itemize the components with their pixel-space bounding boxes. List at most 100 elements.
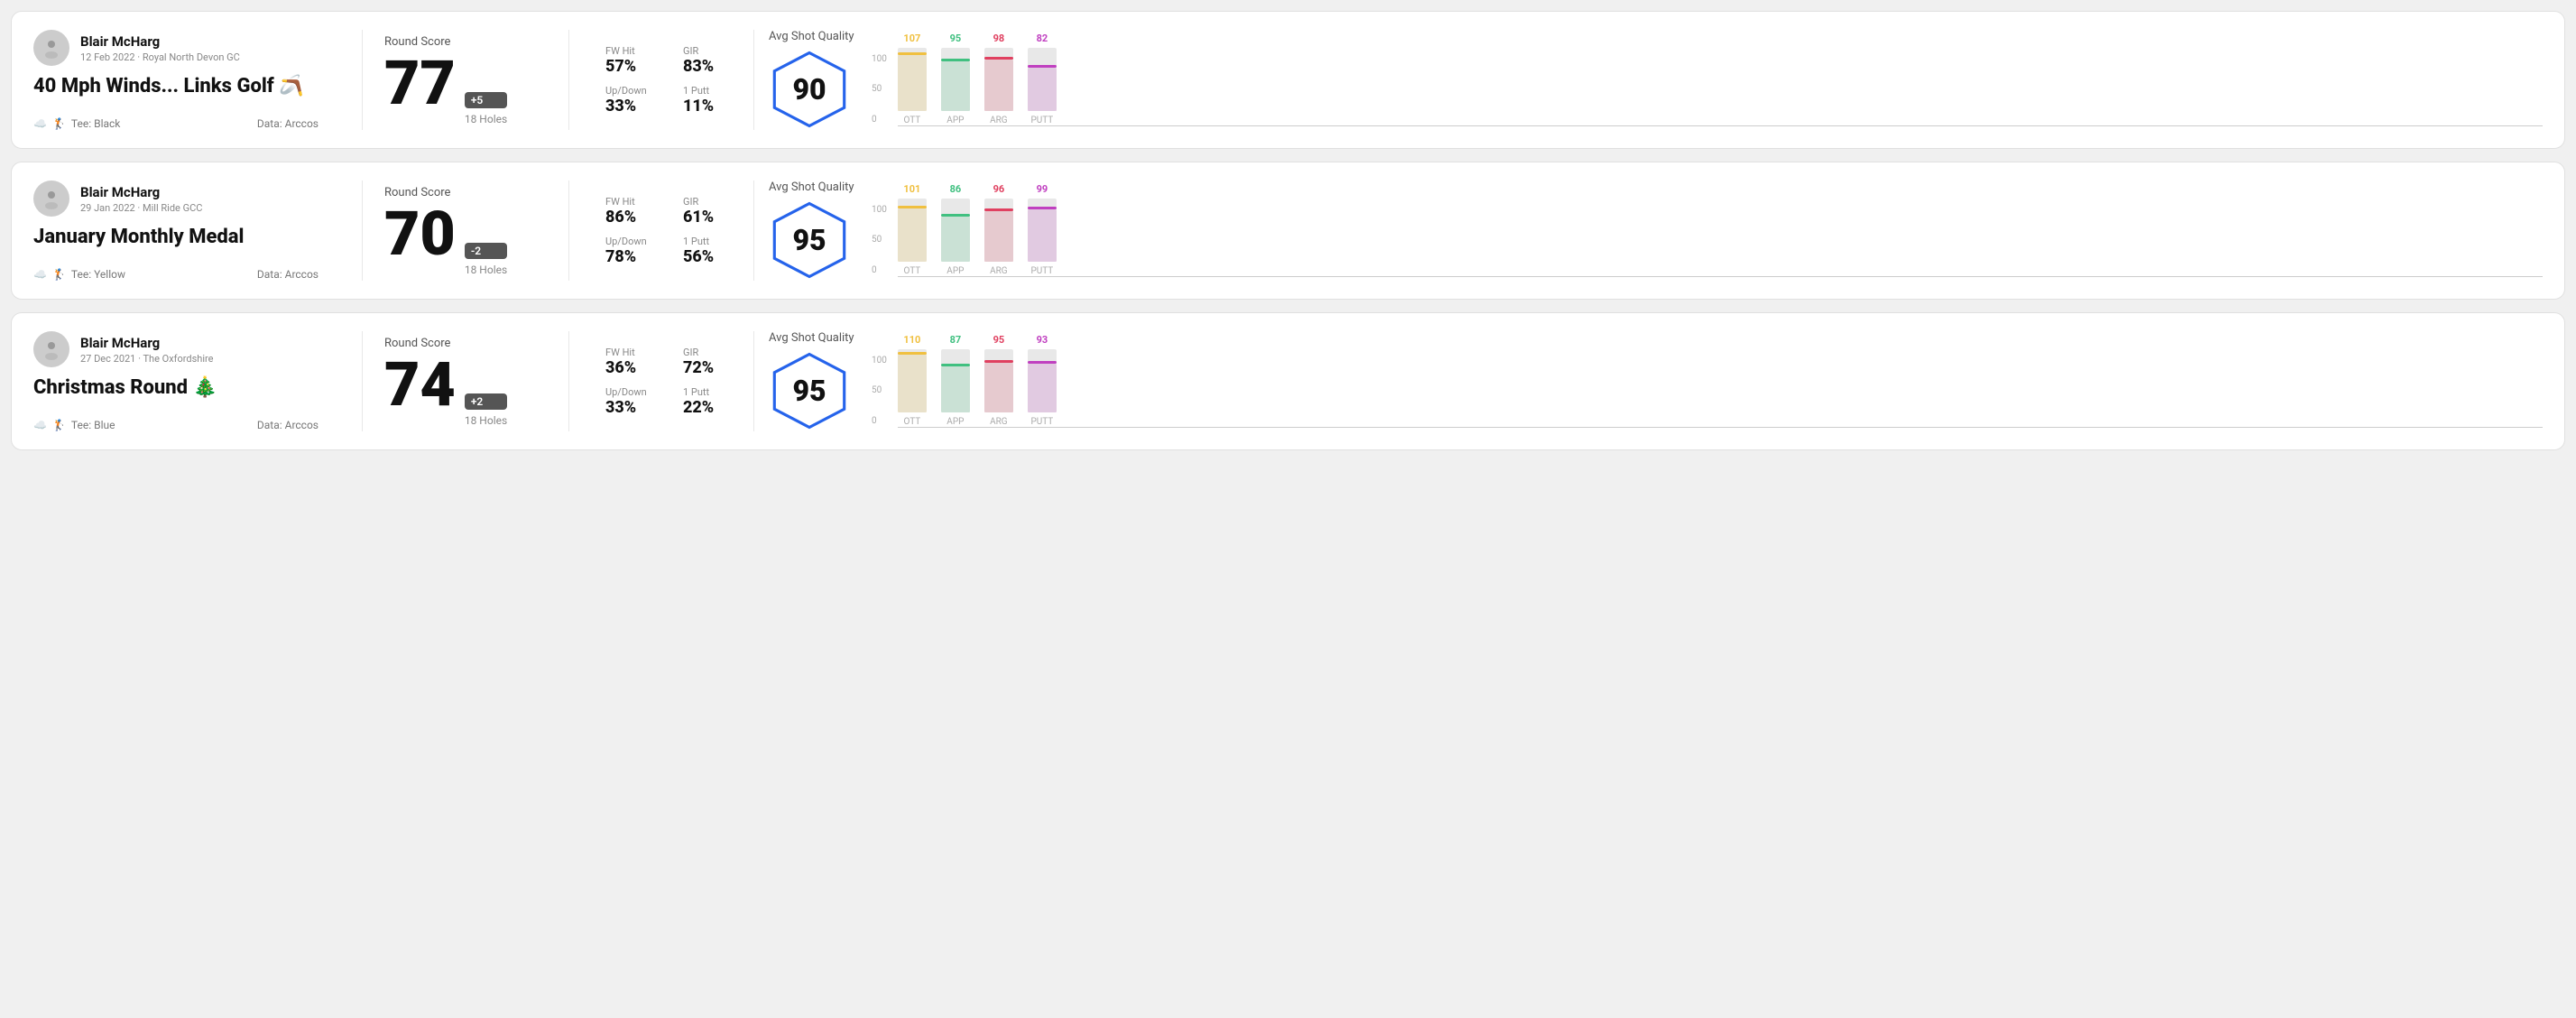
stat-gir: GIR 61% — [683, 196, 739, 227]
oneputt-value: 22% — [683, 398, 739, 417]
chart-y-axis: 100 50 0 — [872, 356, 887, 428]
stats-section: FW Hit 57% GIR 83% Up/Down 33% 1 Putt 11… — [591, 30, 753, 130]
chart-y-axis: 100 50 0 — [872, 205, 887, 277]
gir-label: GIR — [683, 196, 739, 208]
stat-fw-hit: FW Hit 36% — [605, 347, 661, 377]
bar-value-arg: 95 — [993, 334, 1005, 346]
chart-y-axis: 100 50 0 — [872, 54, 887, 126]
bar-fill-bg — [941, 61, 970, 111]
avatar — [33, 180, 69, 217]
tee-info: ☁️ 🏌️ Tee: Yellow — [33, 268, 125, 281]
player-meta: 29 Jan 2022 · Mill Ride GCC — [80, 202, 202, 214]
stats-section: FW Hit 86% GIR 61% Up/Down 78% 1 Putt 56… — [591, 180, 753, 281]
bar-chart: 100 50 0 101 OTT 86 — [872, 204, 2543, 277]
score-number: 74 — [384, 354, 456, 415]
tee-label: Tee: Black — [71, 117, 120, 130]
quality-section: Avg Shot Quality 95 100 50 0 — [753, 180, 2543, 281]
chart-area: 100 50 0 110 OTT 87 — [872, 355, 2543, 428]
chart-area: 100 50 0 101 OTT 86 — [872, 204, 2543, 277]
bar-fill-bg — [984, 363, 1013, 412]
oneputt-label: 1 Putt — [683, 236, 739, 247]
bar-group-app: 87 APP — [941, 334, 970, 427]
bar-fill-bg — [941, 217, 970, 262]
oneputt-label: 1 Putt — [683, 386, 739, 398]
player-name: Blair McHarg — [80, 335, 213, 351]
oneputt-value: 56% — [683, 247, 739, 266]
divider-mid — [568, 30, 569, 130]
bar-bg-putt — [1028, 349, 1057, 412]
bar-label-ott: OTT — [903, 116, 920, 125]
bar-group-ott: 107 OTT — [898, 32, 927, 125]
score-row: 77 +5 18 Holes — [384, 52, 547, 125]
quality-content: Avg Shot Quality 95 100 50 0 — [769, 331, 2543, 431]
player-details: Blair McHarg 27 Dec 2021 · The Oxfordshi… — [80, 335, 213, 365]
bar-value-arg: 96 — [993, 183, 1005, 195]
bar-group-arg: 95 ARG — [984, 334, 1013, 427]
bar-indicator-line — [898, 352, 927, 355]
stats-grid: FW Hit 36% GIR 72% Up/Down 33% 1 Putt 22… — [605, 347, 739, 417]
stats-grid: FW Hit 57% GIR 83% Up/Down 33% 1 Putt 11… — [605, 45, 739, 116]
stat-gir: GIR 83% — [683, 45, 739, 76]
updown-value: 33% — [605, 97, 661, 116]
chart-baseline — [898, 125, 2543, 126]
bar-fill-bg — [898, 208, 927, 262]
chart-area: 100 50 0 107 OTT 95 — [872, 53, 2543, 126]
updown-value: 78% — [605, 247, 661, 266]
chart-baseline — [898, 427, 2543, 428]
score-holes: 18 Holes — [465, 414, 507, 427]
score-diff-badge: +5 — [465, 92, 507, 108]
bar-bg-app — [941, 48, 970, 111]
bar-indicator-line — [898, 52, 927, 55]
bar-group-arg: 98 ARG — [984, 32, 1013, 125]
bar-label-putt: PUTT — [1030, 266, 1053, 276]
round-title: 40 Mph Winds... Links Golf 🪃 — [33, 75, 319, 98]
score-section: Round Score 74 +2 18 Holes — [384, 331, 547, 431]
hexagon-container: 95 — [769, 350, 850, 431]
stat-oneputt: 1 Putt 22% — [683, 386, 739, 417]
round-title: January Monthly Medal — [33, 226, 319, 249]
gir-label: GIR — [683, 347, 739, 358]
weather-icon: ☁️ — [33, 419, 47, 431]
bar-indicator-line — [984, 360, 1013, 363]
bar-chart: 100 50 0 107 OTT 95 — [872, 53, 2543, 126]
round-card-round2: Blair McHarg 29 Jan 2022 · Mill Ride GCC… — [11, 162, 2565, 300]
score-number: 77 — [384, 52, 456, 114]
updown-label: Up/Down — [605, 236, 661, 247]
round-left-section: Blair McHarg 12 Feb 2022 · Royal North D… — [33, 30, 340, 130]
divider-left — [362, 30, 363, 130]
oneputt-value: 11% — [683, 97, 739, 116]
bar-fill-bg — [1028, 364, 1057, 412]
bag-icon: 🏌️ — [52, 268, 66, 281]
bar-value-app: 95 — [950, 32, 962, 44]
bar-value-putt: 99 — [1037, 183, 1048, 195]
fw-hit-value: 57% — [605, 57, 661, 76]
bar-fill-bg — [898, 55, 927, 111]
player-info: Blair McHarg 12 Feb 2022 · Royal North D… — [33, 30, 319, 66]
tee-info: ☁️ 🏌️ Tee: Blue — [33, 419, 115, 431]
player-name: Blair McHarg — [80, 33, 240, 50]
updown-label: Up/Down — [605, 85, 661, 97]
stats-section: FW Hit 36% GIR 72% Up/Down 33% 1 Putt 22… — [591, 331, 753, 431]
quality-hexagon: 95 — [769, 350, 850, 431]
bar-value-ott: 101 — [903, 183, 920, 195]
bar-group-ott: 110 OTT — [898, 334, 927, 427]
bar-value-arg: 98 — [993, 32, 1005, 44]
bar-bg-ott — [898, 199, 927, 262]
score-number: 70 — [384, 203, 456, 264]
oneputt-label: 1 Putt — [683, 85, 739, 97]
bar-group-app: 95 APP — [941, 32, 970, 125]
data-source: Data: Arccos — [257, 268, 319, 281]
player-name: Blair McHarg — [80, 184, 202, 200]
player-info: Blair McHarg 29 Jan 2022 · Mill Ride GCC — [33, 180, 319, 217]
tee-label: Tee: Blue — [71, 419, 115, 431]
bottom-info: ☁️ 🏌️ Tee: Blue Data: Arccos — [33, 419, 319, 431]
fw-hit-label: FW Hit — [605, 196, 661, 208]
hexagon-container: 95 — [769, 199, 850, 281]
bar-bg-arg — [984, 199, 1013, 262]
quality-hexagon: 95 — [769, 199, 850, 281]
bar-bg-app — [941, 349, 970, 412]
bar-indicator-line — [898, 206, 927, 208]
bar-indicator-line — [941, 364, 970, 366]
quality-score: 90 — [792, 72, 826, 106]
round-card-round1: Blair McHarg 12 Feb 2022 · Royal North D… — [11, 11, 2565, 149]
